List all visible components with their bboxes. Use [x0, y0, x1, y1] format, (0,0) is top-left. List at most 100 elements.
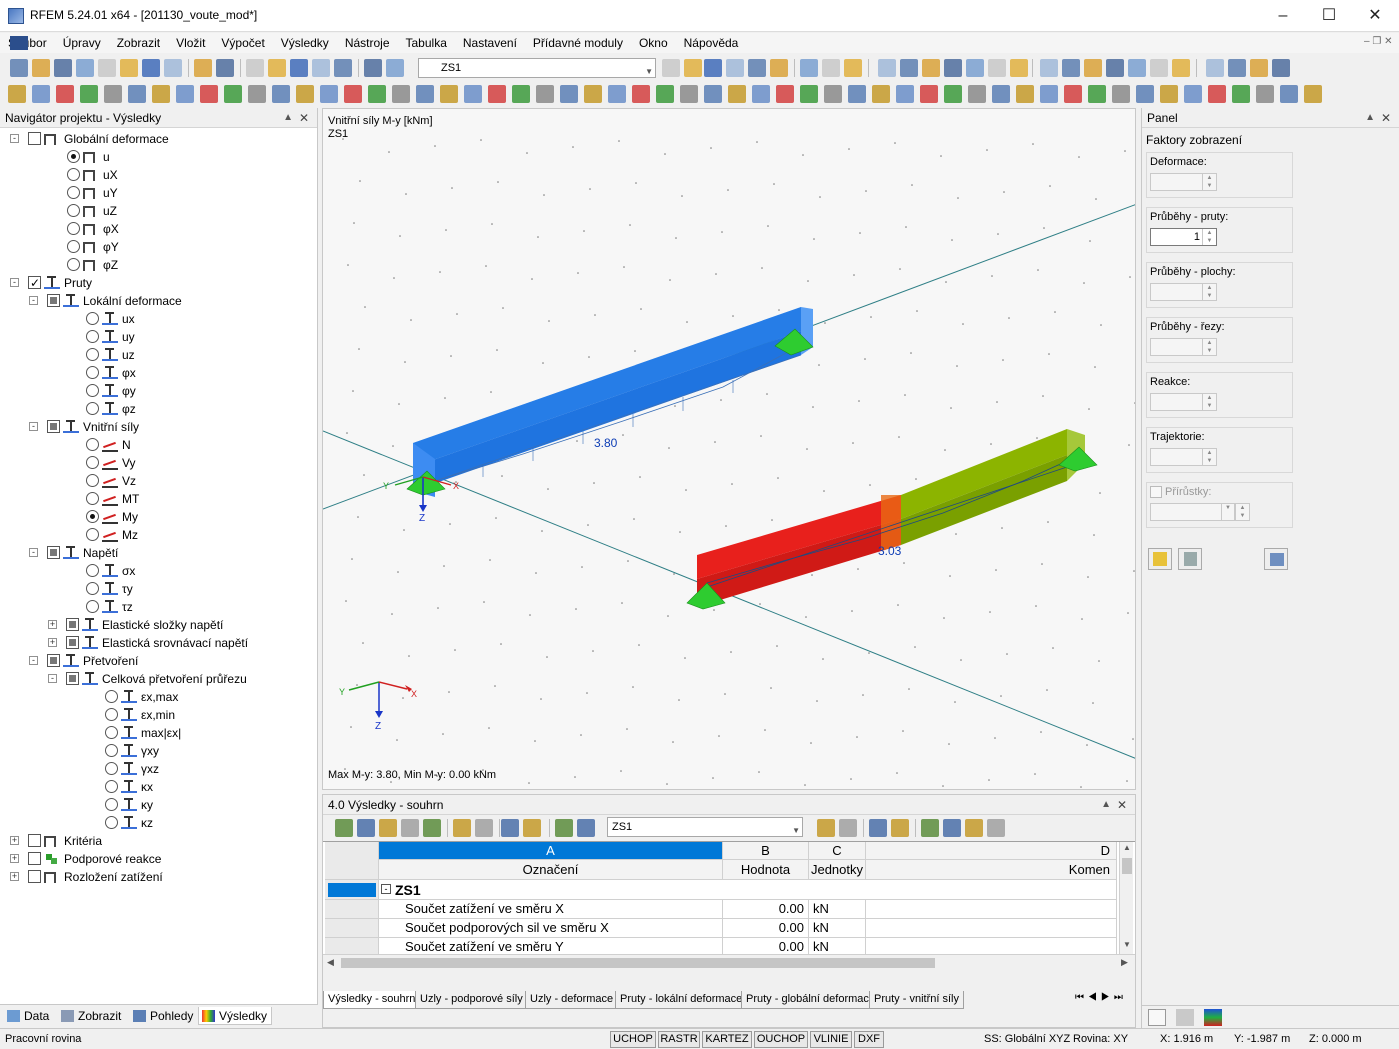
increments-select[interactable]: ▼ ▲ ▼ [1150, 503, 1250, 521]
tree-item-force-mz[interactable]: Mz [0, 526, 314, 544]
cell-comment[interactable] [866, 919, 1117, 938]
cartesian-button[interactable]: KARTEZ [702, 1031, 752, 1048]
radio-button[interactable] [86, 474, 99, 487]
tree-item-local-deformation[interactable]: - Lokální deformace [0, 292, 314, 310]
radio-button[interactable] [67, 204, 80, 217]
tree-item-u[interactable]: u [0, 148, 314, 166]
toolbar-tool-icon[interactable] [900, 59, 918, 77]
expand-icon[interactable]: + [10, 854, 19, 863]
tree-item-load-distribution[interactable]: + Rozložení zatížení [0, 868, 314, 886]
tree-item-force-n[interactable]: N [0, 436, 314, 454]
radio-button[interactable] [105, 762, 118, 775]
results-tab[interactable]: Pruty - lokální deformace [615, 991, 748, 1009]
toolbar-tool-icon[interactable] [752, 85, 770, 103]
cell-label[interactable]: Součet zatížení ve směru X [379, 900, 723, 919]
tree-item-strain-kz[interactable]: κz [0, 814, 314, 832]
radio-button[interactable] [105, 708, 118, 721]
toolbar-tool-icon[interactable] [194, 59, 212, 77]
toolbar-tool-icon[interactable] [891, 819, 909, 837]
pin-icon[interactable]: ▲ [283, 108, 293, 128]
toolbar-tool-icon[interactable] [662, 59, 680, 77]
tree-item-local-uy[interactable]: uy [0, 328, 314, 346]
radio-button[interactable] [105, 798, 118, 811]
radio-button[interactable] [105, 816, 118, 829]
toolbar-tool-icon[interactable] [632, 85, 650, 103]
toolbar-tool-icon[interactable] [56, 85, 74, 103]
toolbar-tool-icon[interactable] [1250, 59, 1268, 77]
toolbar-tool-icon[interactable] [1128, 59, 1146, 77]
toolbar-tool-icon[interactable] [584, 85, 602, 103]
3d-viewport[interactable]: 3.80 3.03 Z X Y Z X Y Vnitřní síly M-y [… [322, 108, 1136, 790]
radio-button[interactable] [86, 438, 99, 451]
checkbox[interactable] [47, 654, 60, 667]
toolbar-tool-icon[interactable] [488, 85, 506, 103]
tree-item-force-vy[interactable]: Vy [0, 454, 314, 472]
tree-item-force-my[interactable]: My [0, 508, 314, 526]
tree-item-strain-exmin[interactable]: εx,min [0, 706, 314, 724]
tree-item-strain-ky[interactable]: κy [0, 796, 314, 814]
factor-spinner[interactable]: ▲ ▼ [1150, 393, 1217, 411]
toolbar-tool-icon[interactable] [965, 819, 983, 837]
results-tab[interactable]: Pruty - globální deformace [741, 991, 881, 1009]
radio-button[interactable] [86, 492, 99, 505]
toolbar-tool-icon[interactable] [848, 85, 866, 103]
toolbar-tool-icon[interactable] [512, 85, 530, 103]
toolbar-tool-icon[interactable] [536, 85, 554, 103]
results-tab[interactable]: Uzly - podporové síly [415, 991, 528, 1009]
tab-pohledy[interactable]: Pohledy [130, 1007, 193, 1025]
factor-spinner[interactable]: 1 ▲ ▼ [1150, 228, 1217, 246]
checkbox[interactable] [28, 852, 41, 865]
radio-button[interactable] [67, 168, 80, 181]
toolbar-tool-icon[interactable] [680, 85, 698, 103]
toolbar-tool-icon[interactable] [726, 59, 744, 77]
mdi-controls[interactable]: – ❐ ✕ [1364, 36, 1392, 47]
col-header-a[interactable]: A [379, 842, 723, 860]
cell-label[interactable]: Součet podporových sil ve směru X [379, 919, 723, 938]
close-icon[interactable]: ✕ [1117, 795, 1127, 815]
tree-item-strain-gxy[interactable]: γxy [0, 742, 314, 760]
tree-item-strain-kx[interactable]: κx [0, 778, 314, 796]
toolbar-tool-icon[interactable] [770, 59, 788, 77]
toolbar-tool-icon[interactable] [1084, 59, 1102, 77]
toolbar-tool-icon[interactable] [943, 819, 961, 837]
toolbar-tool-icon[interactable] [54, 59, 72, 77]
tree-item-elastic-components[interactable]: + Elastické složky napětí [0, 616, 314, 634]
toolbar-tool-icon[interactable] [684, 59, 702, 77]
toolbar-tool-icon[interactable] [248, 85, 266, 103]
radio-button[interactable] [67, 150, 80, 163]
beam-1[interactable]: 3.80 [413, 307, 813, 497]
radio-button[interactable] [86, 600, 99, 613]
toolbar-tool-icon[interactable] [200, 85, 218, 103]
cell-value[interactable]: 0.00 [723, 919, 809, 938]
toolbar-tool-icon[interactable] [922, 59, 940, 77]
close-icon[interactable]: ✕ [299, 108, 309, 128]
expand-icon[interactable]: + [10, 872, 19, 881]
toolbar-tool-icon[interactable] [501, 819, 519, 837]
tree-item-strain-exmax[interactable]: εx,max [0, 688, 314, 706]
toolbar-tool-icon[interactable] [320, 85, 338, 103]
row-header[interactable] [325, 900, 379, 919]
toolbar-tool-icon[interactable] [1208, 85, 1226, 103]
factor-spinner[interactable]: ▲ ▼ [1150, 173, 1217, 191]
tree-item-local-phix[interactable]: φx [0, 364, 314, 382]
toolbar-tool-icon[interactable] [164, 59, 182, 77]
toolbar-tool-icon[interactable] [224, 85, 242, 103]
checkbox[interactable] [28, 834, 41, 847]
radio-button[interactable] [86, 312, 99, 325]
toolbar-tool-icon[interactable] [992, 85, 1010, 103]
tree-item-stress-sx[interactable]: σx [0, 562, 314, 580]
tree-item-uz[interactable]: uZ [0, 202, 314, 220]
tree-item-strain-gxz[interactable]: γxz [0, 760, 314, 778]
toolbar-tool-icon[interactable] [120, 59, 138, 77]
toolbar-tool-icon[interactable] [10, 59, 28, 77]
checkbox[interactable] [66, 618, 79, 631]
tree-item-force-mt[interactable]: MT [0, 490, 314, 508]
toolbar-tool-icon[interactable] [944, 59, 962, 77]
checkbox[interactable] [28, 132, 41, 145]
toolbar-tool-icon[interactable] [987, 819, 1005, 837]
results-loadcase-combo[interactable]: ZS1 ▼ [607, 817, 803, 837]
toolbar-tool-icon[interactable] [872, 85, 890, 103]
cell-comment[interactable] [866, 900, 1117, 919]
tree-item-force-vz[interactable]: Vz [0, 472, 314, 490]
tree-item-stress-tz[interactable]: τz [0, 598, 314, 616]
